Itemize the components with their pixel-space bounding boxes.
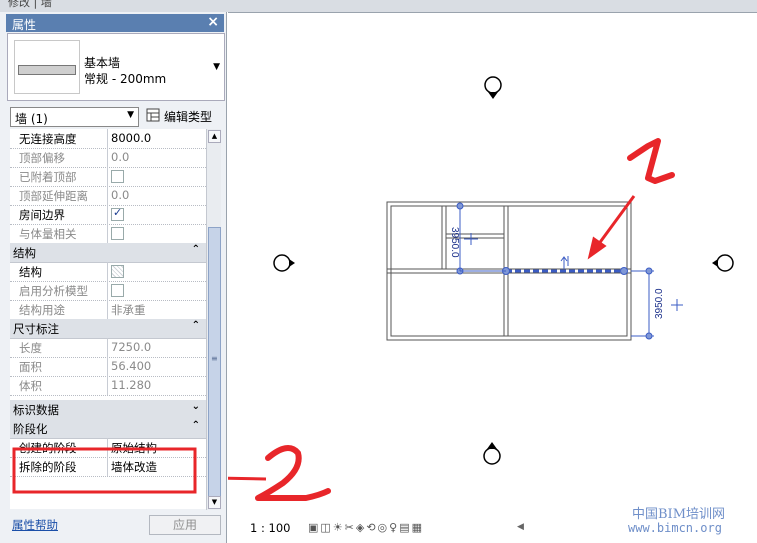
apply-button[interactable]: 应用	[149, 515, 221, 535]
unconnected-height-field[interactable]: 8000.0	[111, 131, 151, 145]
top-extension-field[interactable]: 0.0	[111, 188, 129, 202]
group-label: 标识数据	[13, 403, 59, 417]
row-related-to-mass: 与体量相关	[10, 224, 206, 244]
instance-filter-value: 墙 (1)	[15, 112, 48, 126]
row-label: 体积	[19, 379, 42, 393]
row-label: 面积	[19, 360, 42, 374]
annotation-number-1	[627, 138, 675, 184]
group-phasing[interactable]: 阶段化 ⌃	[10, 419, 206, 439]
edit-type-button[interactable]: 编辑类型	[144, 106, 220, 126]
title-bar: 修改 | 墙	[0, 0, 757, 12]
row-top-extension[interactable]: 顶部延伸距离 0.0	[10, 186, 206, 206]
properties-header: 属性 ×	[6, 14, 224, 32]
row-phase-created[interactable]: 创建的阶段 原始结构	[10, 438, 206, 458]
properties-help-link[interactable]: 属性帮助	[12, 517, 58, 533]
title-fragment: 修改 | 墙	[8, 0, 52, 9]
view-scale[interactable]: 1 : 100	[250, 521, 290, 535]
elevation-marker-right[interactable]	[712, 254, 734, 272]
watermark-line-2: www.bimcn.org	[628, 521, 722, 535]
row-top-attached: 已附着顶部	[10, 167, 206, 187]
structural-checkbox[interactable]	[111, 265, 124, 278]
room-bounding-checkbox[interactable]	[111, 206, 124, 221]
group-label: 阶段化	[13, 422, 48, 436]
area-value: 56.400	[111, 359, 152, 373]
row-length: 长度 7250.0	[10, 338, 206, 358]
watermark-line-1: 中国BIM培训网	[632, 507, 725, 522]
scroll-up-icon[interactable]: ▲	[208, 130, 221, 143]
row-unconnected-height[interactable]: 无连接高度 8000.0	[10, 129, 206, 149]
row-volume: 体积 11.280	[10, 376, 206, 396]
phase-created-field[interactable]: 原始结构	[111, 440, 157, 456]
wall-type-thumbnail	[14, 40, 80, 94]
close-icon[interactable]: ×	[207, 14, 219, 30]
phase-demolished-field[interactable]: 墙体改造	[111, 459, 157, 475]
drawing-canvas[interactable]: 3950.0 3950.0	[228, 12, 757, 517]
expand-icon[interactable]: ⌄	[192, 401, 200, 412]
collapse-icon[interactable]: ⌃	[192, 244, 200, 255]
flip-control-icon	[560, 256, 569, 269]
length-value: 7250.0	[111, 340, 152, 354]
elevation-marker-left[interactable]	[273, 254, 295, 272]
dim-top-text[interactable]: 3950.0	[449, 227, 460, 258]
edit-type-label: 编辑类型	[164, 110, 213, 124]
selected-wall[interactable]	[456, 256, 628, 275]
type-selector[interactable]: 基本墙 常规 - 200mm ▼	[7, 33, 225, 101]
group-structure[interactable]: 结构 ⌃	[10, 243, 206, 263]
group-label: 结构	[13, 246, 36, 260]
scroll-left-icon[interactable]: ◀	[517, 522, 524, 532]
properties-scrollbar[interactable]: ▲ ≡ ▼	[206, 129, 221, 510]
row-structural[interactable]: 结构	[10, 262, 206, 282]
row-label: 与体量相关	[19, 227, 77, 241]
view-control-icons[interactable]: ▣◫☀✂◈⟲◎♀▤▦	[308, 521, 424, 534]
properties-grid: 无连接高度 8000.0 顶部偏移 0.0 已附着顶部 顶部延伸距离 0.0 房…	[10, 129, 206, 509]
type-family-name: 基本墙	[84, 56, 121, 70]
row-label: 无连接高度	[19, 132, 77, 146]
row-phase-demolished[interactable]: 拆除的阶段 墙体改造	[10, 457, 206, 477]
properties-title: 属性	[12, 18, 37, 32]
volume-value: 11.280	[111, 378, 152, 392]
group-dimensions[interactable]: 尺寸标注 ⌃	[10, 319, 206, 339]
instance-filter-select[interactable]: 墙 (1) ▼	[10, 107, 139, 127]
scrollbar-thumb[interactable]: ≡	[208, 227, 221, 497]
group-label: 尺寸标注	[13, 322, 59, 336]
row-label: 顶部延伸距离	[19, 189, 88, 203]
row-room-bounding[interactable]: 房间边界	[10, 205, 206, 225]
structural-usage-value: 非承重	[111, 303, 146, 317]
row-label: 结构	[19, 265, 42, 279]
scroll-down-icon[interactable]: ▼	[208, 496, 221, 509]
row-label: 已附着顶部	[19, 170, 77, 184]
chevron-down-icon[interactable]: ▼	[213, 62, 220, 72]
row-enable-analytical: 启用分析模型	[10, 281, 206, 301]
related-to-mass-checkbox	[111, 227, 124, 240]
edit-type-icon	[146, 108, 160, 122]
row-label: 拆除的阶段	[19, 460, 77, 474]
enable-analytical-checkbox	[111, 284, 124, 297]
row-label: 房间边界	[19, 208, 65, 222]
row-label: 创建的阶段	[19, 441, 77, 455]
row-area: 面积 56.400	[10, 357, 206, 377]
group-identity[interactable]: 标识数据 ⌄	[10, 400, 206, 420]
row-label: 长度	[19, 341, 42, 355]
type-name: 常规 - 200mm	[84, 72, 167, 86]
floor-plan[interactable]: 3950.0 3950.0	[228, 13, 757, 517]
row-label: 结构用途	[19, 303, 65, 317]
row-structural-usage[interactable]: 结构用途 非承重	[10, 300, 206, 320]
row-label: 顶部偏移	[19, 151, 65, 165]
top-attached-checkbox	[111, 170, 124, 183]
chevron-down-icon: ▼	[127, 110, 134, 120]
row-top-offset[interactable]: 顶部偏移 0.0	[10, 148, 206, 168]
annotation-number-2	[255, 445, 331, 501]
row-label: 启用分析模型	[19, 284, 88, 298]
collapse-icon[interactable]: ⌃	[192, 420, 200, 431]
elevation-marker-top[interactable]	[484, 76, 502, 99]
annotation-arrow-2	[228, 476, 267, 481]
collapse-icon[interactable]: ⌃	[192, 320, 200, 331]
top-offset-field[interactable]: 0.0	[111, 150, 129, 164]
elevation-marker-bottom[interactable]	[483, 442, 501, 465]
dim-right-text[interactable]: 3950.0	[654, 288, 665, 319]
